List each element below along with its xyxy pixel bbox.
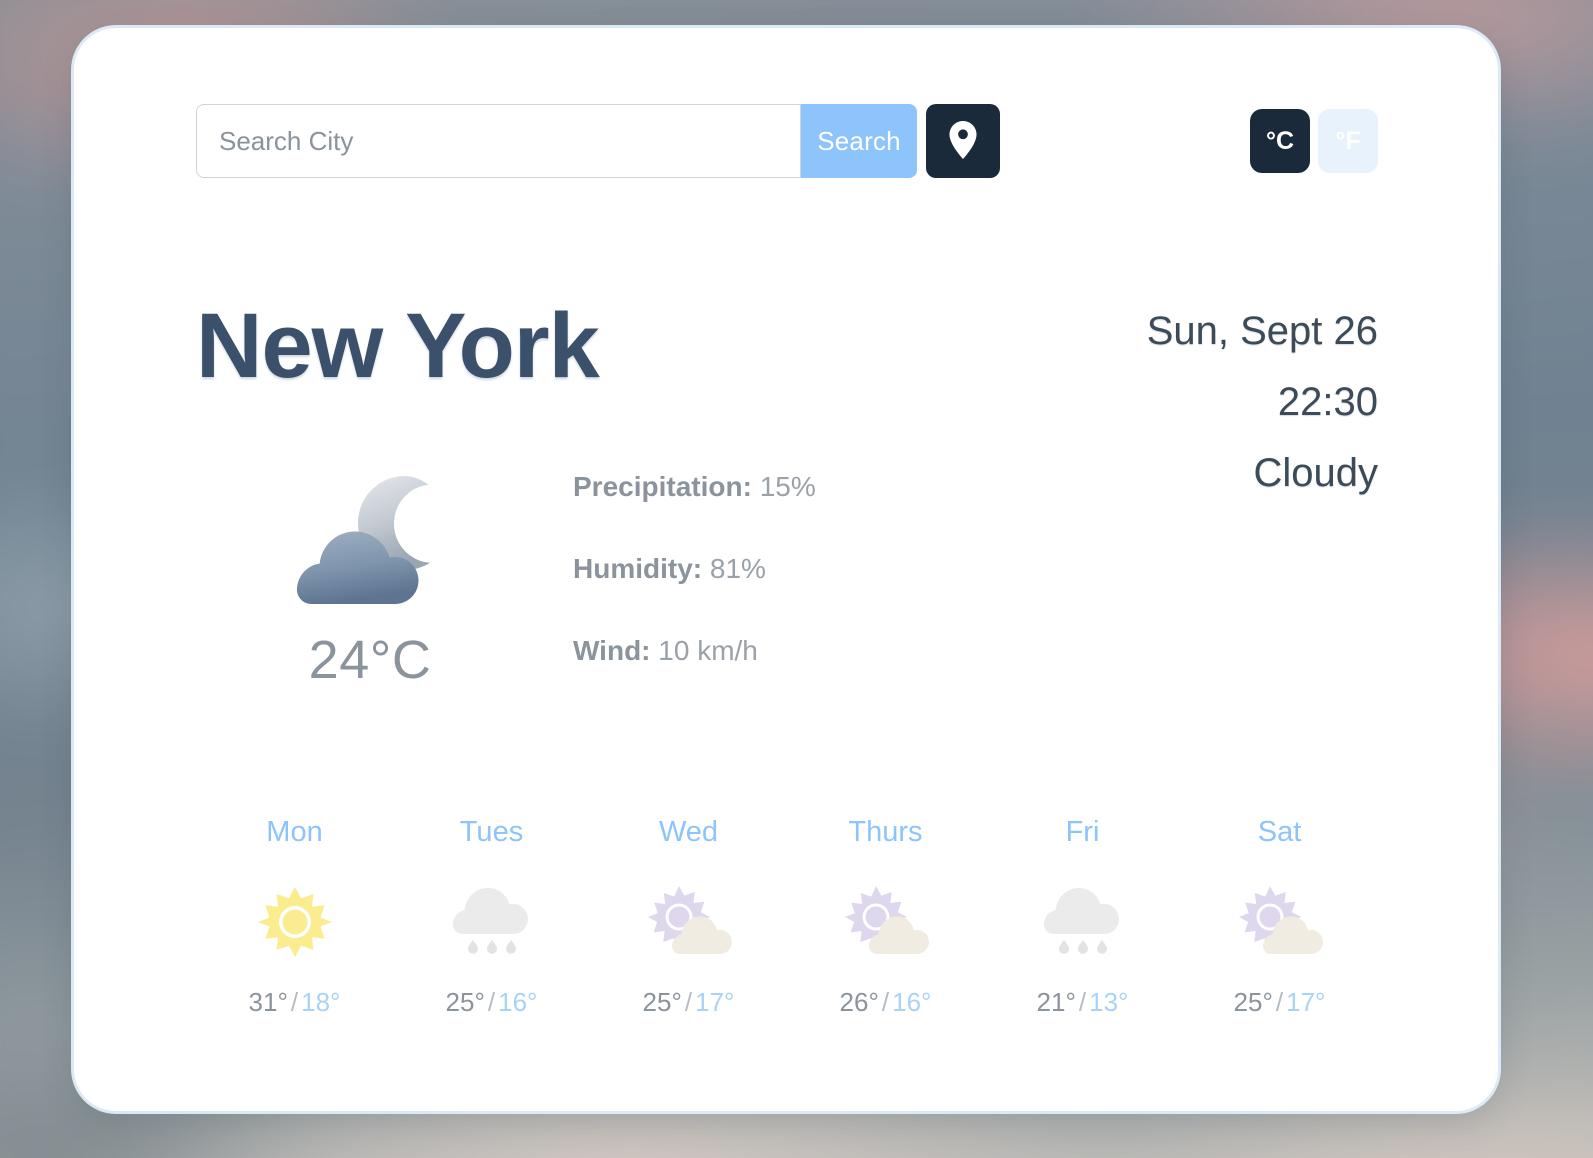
forecast-row: Mon 31°/18° Tues 25°/16° Wed 25°/17° Thurs 26° /… xyxy=(196,816,1378,1018)
forecast-low: 16° xyxy=(498,987,538,1017)
detail-row-wind: Wind: 10 km/h xyxy=(573,635,816,667)
weather-card: Search °C °F New York Sun, Sept 26 22:30 xyxy=(74,28,1498,1111)
search-group: Search xyxy=(196,104,917,178)
wind-value: 10 km/h xyxy=(658,635,758,666)
precipitation-value: 15% xyxy=(759,471,816,502)
wind-label: Wind: xyxy=(573,635,651,666)
sun-behind-cloud-icon xyxy=(590,879,787,965)
forecast-low: 17° xyxy=(695,987,735,1017)
current-weather-block: 24°C xyxy=(260,468,480,691)
current-condition: Cloudy xyxy=(1253,451,1378,496)
forecast-separator: / xyxy=(1275,987,1284,1017)
forecast-temperatures: 25°/17° xyxy=(1181,987,1378,1018)
current-time: 22:30 xyxy=(1277,380,1378,425)
forecast-day-fri: Fri 21°/13° xyxy=(984,816,1181,1018)
forecast-high: 31° xyxy=(248,987,288,1017)
celsius-toggle-button[interactable]: °C xyxy=(1250,109,1310,173)
map-pin-icon xyxy=(948,120,978,162)
forecast-day-label: Thurs xyxy=(848,816,923,848)
precipitation-label: Precipitation: xyxy=(573,471,752,502)
forecast-low: 16° xyxy=(892,987,932,1017)
city-name: New York xyxy=(196,295,600,397)
forecast-day-wed: Wed 25°/17° xyxy=(590,816,787,1018)
datetime-block: Sun, Sept 26 22:30 Cloudy xyxy=(1147,296,1378,510)
forecast-day-label: Fri xyxy=(1065,816,1100,848)
forecast-separator: / xyxy=(684,987,693,1017)
forecast-day-sat: Sat 25°/17° xyxy=(1181,816,1378,1018)
detail-row-humidity: Humidity: 81% xyxy=(573,553,816,585)
weather-details-list: Precipitation: 15% Humidity: 81% Wind: 1… xyxy=(573,471,816,717)
forecast-day-label: Sat xyxy=(1257,816,1302,848)
forecast-day-label: Mon xyxy=(266,816,323,848)
forecast-high: 25° xyxy=(1233,987,1273,1017)
sun-icon xyxy=(196,879,393,965)
forecast-low: 18° xyxy=(301,987,341,1017)
moon-behind-cloud-icon xyxy=(281,476,459,622)
current-temperature: 24°C xyxy=(308,630,432,690)
forecast-temperatures: 25°/16° xyxy=(393,987,590,1018)
forecast-low: 17° xyxy=(1286,987,1326,1017)
geolocation-button[interactable] xyxy=(926,104,1000,178)
forecast-separator: / xyxy=(1078,987,1087,1017)
forecast-separator: / xyxy=(881,987,890,1017)
forecast-high: 25° xyxy=(445,987,485,1017)
forecast-temperatures: 21°/13° xyxy=(984,987,1181,1018)
humidity-value: 81% xyxy=(709,553,766,584)
current-date: Sun, Sept 26 xyxy=(1146,309,1378,353)
unit-toggle-group: °C °F xyxy=(1250,109,1378,173)
forecast-temperatures: 25°/17° xyxy=(590,987,787,1018)
fahrenheit-toggle-button[interactable]: °F xyxy=(1318,109,1378,173)
top-bar: Search °C °F xyxy=(196,104,1378,178)
humidity-label: Humidity: xyxy=(573,553,703,584)
forecast-day-tues: Tues 25°/16° xyxy=(393,816,590,1018)
sun-behind-cloud-icon xyxy=(787,879,984,965)
forecast-day-label: Wed xyxy=(658,816,719,848)
rain-cloud-icon xyxy=(984,879,1181,965)
forecast-high: 26° xyxy=(839,987,879,1017)
forecast-high: 21° xyxy=(1036,987,1076,1017)
rain-cloud-icon xyxy=(393,879,590,965)
forecast-low: 13° xyxy=(1089,987,1129,1017)
forecast-separator: / xyxy=(487,987,496,1017)
forecast-temperatures: 31°/18° xyxy=(196,987,393,1018)
forecast-day-label: Tues xyxy=(459,816,524,848)
forecast-day-mon: Mon 31°/18° xyxy=(196,816,393,1018)
sun-behind-cloud-icon xyxy=(1181,879,1378,965)
detail-row-precipitation: Precipitation: 15% xyxy=(573,471,816,503)
forecast-day-thurs: Thurs 26°/16° xyxy=(787,816,984,1018)
forecast-temperatures: 26°/16° xyxy=(787,987,984,1018)
forecast-separator: / xyxy=(290,987,299,1017)
search-input[interactable] xyxy=(196,104,801,178)
forecast-high: 25° xyxy=(642,987,682,1017)
search-button[interactable]: Search xyxy=(801,104,917,178)
weather-app-root: Search °C °F New York Sun, Sept 26 22:30 xyxy=(0,0,1593,1158)
